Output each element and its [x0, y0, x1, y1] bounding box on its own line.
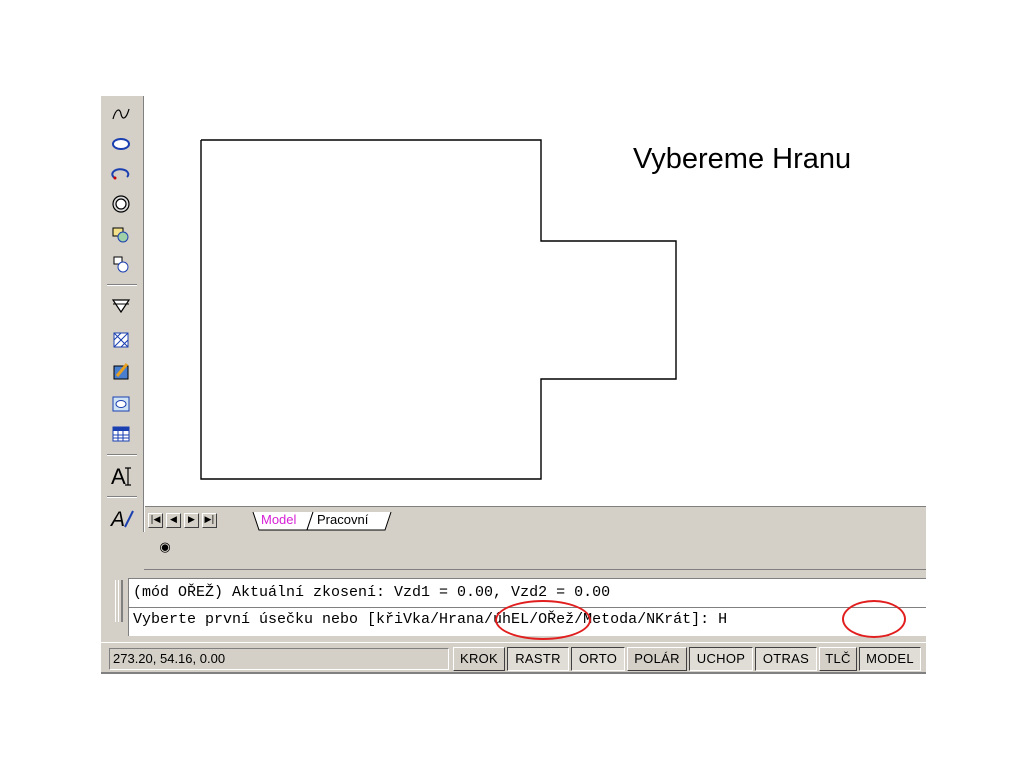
- viewport-status-row: ◉: [101, 532, 926, 570]
- command-window-grip[interactable]: [115, 580, 123, 622]
- ellipse-arc-icon[interactable]: [109, 162, 133, 186]
- make-block-icon[interactable]: [109, 252, 133, 276]
- tab-pracovni[interactable]: Pracovní: [317, 512, 368, 528]
- toolbar-separator: [107, 454, 137, 456]
- svg-text:A: A: [110, 508, 125, 531]
- highlight-oval-hrana: [495, 600, 591, 640]
- point-icon[interactable]: [109, 294, 133, 318]
- next-tab-button[interactable]: ▶: [184, 513, 199, 528]
- prev-tab-button[interactable]: ◀: [166, 513, 181, 528]
- coordinates-display: 273.20, 54.16, 0.00: [109, 648, 449, 670]
- polar-button[interactable]: POLÁR: [627, 647, 687, 671]
- first-tab-button[interactable]: |◀: [148, 513, 163, 528]
- svg-text:A: A: [111, 464, 126, 489]
- tlc-button[interactable]: TLČ: [819, 647, 857, 671]
- viewport-nav-icon[interactable]: ◉: [158, 541, 172, 555]
- orto-button[interactable]: ORTO: [571, 647, 625, 671]
- table-icon[interactable]: [109, 422, 133, 446]
- uchop-button[interactable]: UCHOP: [689, 647, 753, 671]
- region-icon[interactable]: [109, 392, 133, 416]
- spline-icon[interactable]: [109, 102, 133, 126]
- edit-text-icon[interactable]: A: [109, 504, 137, 532]
- ellipse-icon[interactable]: [109, 132, 133, 156]
- command-line-2[interactable]: Vyberte první úsečku nebo [křiVka/Hrana/…: [133, 610, 727, 630]
- tab-model[interactable]: Model: [261, 512, 296, 528]
- toolbar-separator: [107, 284, 137, 286]
- highlight-oval-h: [842, 600, 906, 638]
- hatch-icon[interactable]: [109, 328, 133, 352]
- command-window: (mód OŘEŽ) Aktuální zkosení: Vzd1 = 0.00…: [101, 570, 926, 642]
- multiline-text-icon[interactable]: A: [109, 462, 137, 490]
- toolbar-separator: [107, 496, 137, 498]
- model-button[interactable]: MODEL: [859, 647, 921, 671]
- otras-button[interactable]: OTRAS: [755, 647, 817, 671]
- slide-caption: Vybereme Hranu: [633, 143, 852, 175]
- last-tab-button[interactable]: ▶|: [202, 513, 217, 528]
- draw-toolbar: A A: [101, 96, 144, 546]
- insert-block-icon[interactable]: [109, 222, 133, 246]
- donut-icon[interactable]: [109, 192, 133, 216]
- toolbar-bottom-filler: [101, 532, 144, 570]
- status-bar: 273.20, 54.16, 0.00 KROK RASTR ORTO POLÁ…: [101, 642, 926, 674]
- krok-button[interactable]: KROK: [453, 647, 505, 671]
- layout-tabs-bar: |◀ ◀ ▶ ▶| Model Pracovní: [145, 506, 926, 532]
- rastr-button[interactable]: RASTR: [507, 647, 569, 671]
- gradient-icon[interactable]: [109, 360, 133, 384]
